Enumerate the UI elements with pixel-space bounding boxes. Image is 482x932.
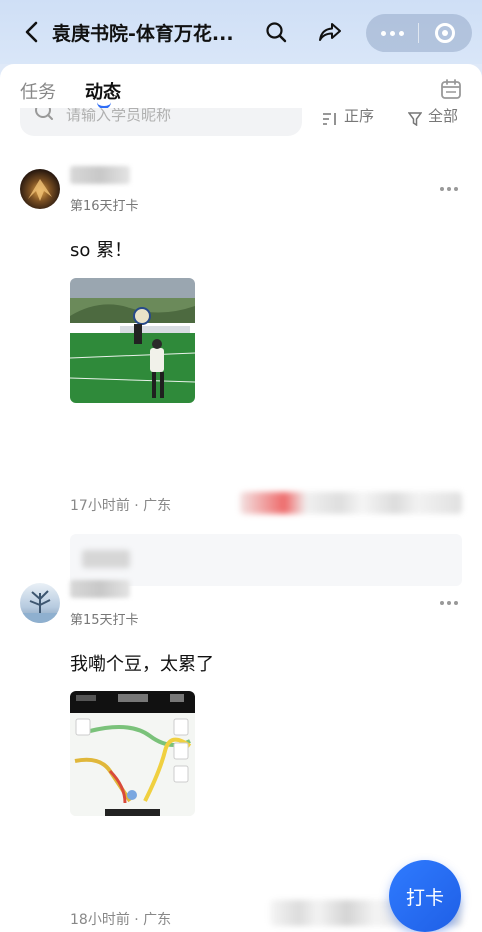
close-icon[interactable]: [419, 14, 471, 52]
search-icon: [35, 108, 53, 120]
post-text: 我嘞个豆，太累了: [70, 654, 214, 675]
user-name-blurred: [70, 166, 130, 184]
top-navbar: 袁庚书院-体育万花...: [0, 0, 482, 64]
search-placeholder: 请输入学员昵称: [66, 108, 172, 124]
user-name-blurred: [70, 580, 130, 598]
checkin-streak: 第16天打卡: [70, 199, 139, 214]
page-title: 袁庚书院-体育万花...: [52, 23, 234, 45]
reaction-blurred: [240, 492, 462, 514]
search-input[interactable]: 请输入学员昵称: [20, 108, 302, 136]
avatar[interactable]: [20, 169, 60, 209]
comment-area: [70, 534, 462, 586]
tab-tasks[interactable]: 任务: [20, 78, 56, 104]
post-photo[interactable]: [70, 691, 195, 816]
post-photo[interactable]: [70, 278, 195, 403]
comment-blurred: [82, 550, 130, 568]
checkin-fab-button[interactable]: 打卡: [389, 860, 461, 932]
sort-label: 正序: [344, 107, 375, 125]
sort-button[interactable]: 正序: [322, 107, 375, 129]
filter-button[interactable]: 全部: [408, 107, 459, 129]
avatar[interactable]: [20, 583, 60, 623]
back-icon[interactable]: [18, 18, 44, 46]
filter-label: 全部: [428, 107, 459, 125]
checkin-streak: 第15天打卡: [70, 613, 139, 628]
miniapp-capsule: [366, 14, 472, 52]
filter-icon: [408, 111, 422, 126]
share-icon[interactable]: [316, 18, 344, 46]
more-icon[interactable]: [366, 14, 418, 52]
more-options-icon[interactable]: [440, 601, 458, 605]
sort-icon: [323, 112, 336, 125]
search-icon[interactable]: [262, 18, 290, 46]
post-meta: 17小时前 · 广东: [70, 498, 172, 514]
tab-activity[interactable]: 动态: [85, 78, 121, 104]
calendar-icon[interactable]: [440, 78, 462, 100]
content-sheet: 任务 动态 请输入学员昵称 正序 全部 第16天打卡 so 累！ 17小时前 ·…: [0, 64, 482, 932]
post-meta: 18小时前 · 广东: [70, 912, 172, 928]
post-text: so 累！: [70, 240, 133, 261]
more-options-icon[interactable]: [440, 187, 458, 191]
